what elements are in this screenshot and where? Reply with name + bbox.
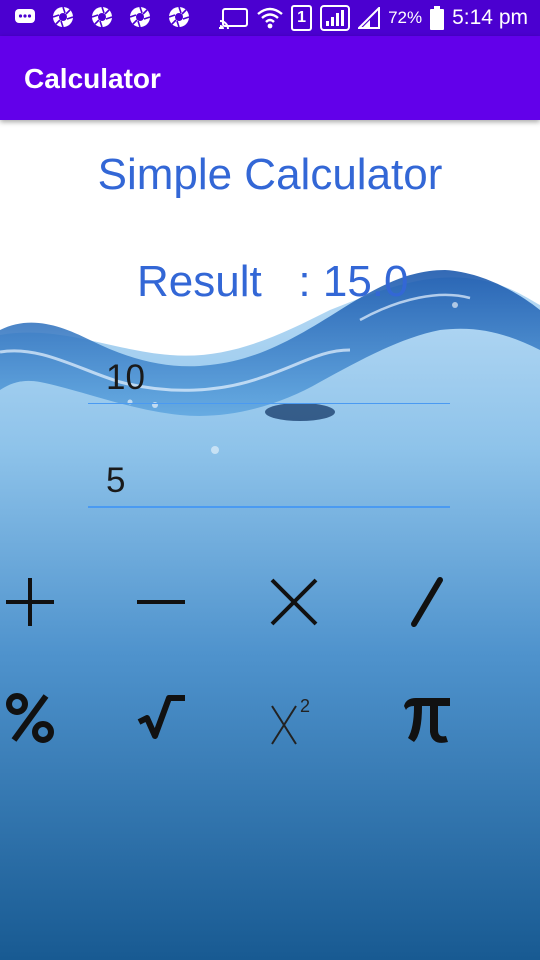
square-root-button[interactable] — [116, 673, 206, 763]
wifi-icon — [257, 6, 283, 30]
multiply-button[interactable] — [249, 557, 339, 647]
result-display: Result : 15.0 — [137, 257, 408, 307]
page-title: Simple Calculator — [97, 150, 443, 199]
status-bar: 1 72% 5:14 pm — [0, 0, 540, 36]
cell-signal-icon — [358, 7, 381, 29]
multiply-icon — [270, 578, 318, 626]
app-bar: Calculator — [0, 36, 540, 120]
divide-button[interactable] — [381, 557, 471, 647]
minus-icon — [137, 600, 185, 604]
pi-icon — [404, 698, 450, 743]
add-button[interactable] — [0, 557, 75, 647]
square-button[interactable]: 2 — [249, 673, 339, 763]
second-number-input[interactable] — [88, 456, 450, 508]
percent-button[interactable] — [0, 673, 75, 763]
x-squared-icon: 2 — [271, 696, 310, 745]
notification-area — [14, 6, 202, 30]
plus-icon — [6, 578, 54, 626]
signal-strength-icon — [320, 5, 351, 31]
aperture-icon — [53, 6, 74, 28]
svg-text:2: 2 — [300, 696, 310, 716]
result-value: 15.0 — [322, 257, 409, 306]
status-clock: 5:14 pm — [452, 6, 528, 29]
result-label: Result : — [137, 257, 323, 306]
battery-icon — [430, 6, 445, 30]
system-tray: 1 72% 5:14 pm — [211, 4, 528, 32]
percent-icon — [6, 693, 54, 743]
messages-icon — [15, 9, 35, 23]
aperture-icon — [130, 6, 151, 28]
water-background-image — [0, 120, 540, 960]
cast-icon — [219, 7, 249, 29]
battery-percentage: 72% — [388, 8, 423, 27]
aperture-icon — [168, 6, 190, 28]
square-root-icon — [137, 695, 185, 739]
divide-icon — [411, 577, 443, 627]
first-number-input[interactable] — [88, 352, 450, 404]
subtract-button[interactable] — [116, 557, 206, 647]
sim-slot-indicator: 1 — [291, 5, 313, 31]
app-title: Calculator — [24, 63, 161, 94]
pi-button[interactable] — [381, 673, 471, 763]
aperture-icon — [91, 6, 113, 28]
calculator-screen: 1 72% 5:14 pm Calculator Simple Calculat… — [0, 0, 540, 960]
